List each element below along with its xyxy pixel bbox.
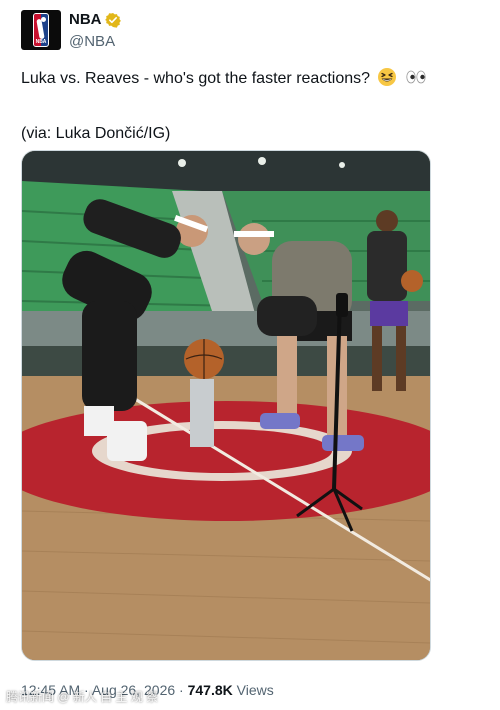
- tweet-text-main: Luka vs. Reaves - who's got the faster r…: [21, 70, 371, 87]
- video-frame-image: [22, 151, 430, 660]
- watermark: 腾讯新闻 @ 新人 自 主 观 察: [6, 690, 159, 704]
- tweet-text-line: Luka vs. Reaves - who's got the faster r…: [21, 67, 481, 93]
- tweet-header: NBA NBA @NBA: [21, 10, 121, 52]
- avatar[interactable]: NBA: [21, 10, 61, 50]
- tweet-video[interactable]: [21, 150, 431, 661]
- meta-separator: ·: [179, 682, 184, 698]
- views-label: Views: [236, 682, 274, 698]
- verified-badge-icon: [104, 12, 121, 28]
- avatar-logo-text: NBA: [35, 39, 47, 45]
- tweet-text: Luka vs. Reaves - who's got the faster r…: [21, 67, 481, 144]
- grinning-squinting-face-icon: [377, 67, 397, 93]
- tweet-credit: (via: Luka Dončić/IG): [21, 125, 171, 142]
- views-count[interactable]: 747.8K: [188, 682, 233, 698]
- nba-logo-icon: NBA: [33, 13, 49, 47]
- tweet-card: NBA NBA @NBA Luka vs. Reaves - who's got…: [0, 0, 500, 710]
- author-names: NBA @NBA: [69, 11, 121, 52]
- handle[interactable]: @NBA: [69, 32, 121, 52]
- display-name[interactable]: NBA: [69, 11, 102, 29]
- eyes-icon: [405, 67, 427, 93]
